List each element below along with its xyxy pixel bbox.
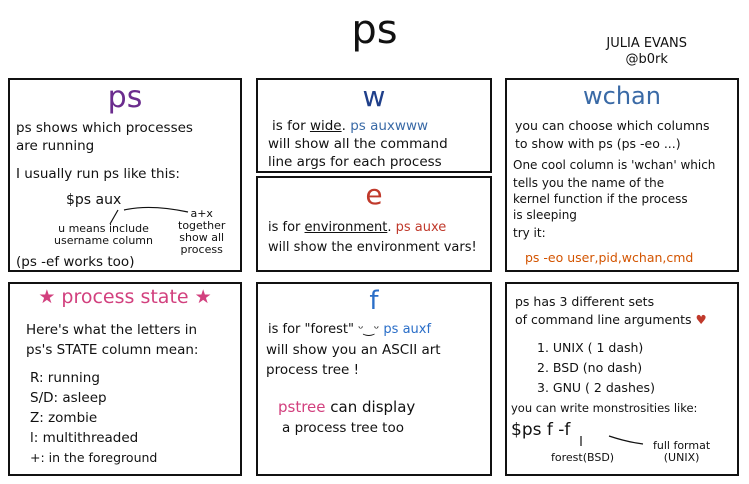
wchan-line-2: to show with ps (ps -eo ...) <box>515 136 681 151</box>
ps-line-1: ps shows which processes <box>16 120 193 136</box>
e-line-1: is for environment. ps auxe <box>268 220 446 236</box>
f-line-5: a process tree too <box>282 420 404 436</box>
author-name: JULIA EVANS <box>606 36 687 51</box>
w-line-1-post: . <box>341 118 346 134</box>
ps-note-ax: a+x together show all process <box>178 207 225 257</box>
smiley-icon: ᵕ‿ᵕ <box>358 322 380 337</box>
panel-ps-title: ps <box>107 80 143 115</box>
f-line-1-pre: is for "forest" <box>268 322 359 337</box>
f-line-2: will show you an ASCII art <box>266 342 441 358</box>
f-pstree-post: can display <box>330 398 416 416</box>
w-line-3: line args for each process <box>268 154 442 170</box>
state-list-item: l: multithreaded <box>30 430 139 446</box>
panel-state-title-row: ★ process state ★ <box>10 286 240 308</box>
args-line-1: ps has 3 different sets <box>515 294 655 309</box>
args-list-item: 2. BSD (no dash) <box>537 360 643 375</box>
e-line-1-cmd: ps auxe <box>395 220 447 235</box>
w-line-2: will show all the command <box>268 136 448 152</box>
wchan-line-3: One cool column is 'wchan' which <box>513 158 716 172</box>
w-line-1: is for wide. ps auxwww <box>272 118 428 134</box>
wchan-line-7: try it: <box>513 226 546 240</box>
panel-e: e is for environment. ps auxe will show … <box>256 176 492 272</box>
broken-heart-icon: ♥ <box>695 312 707 327</box>
panel-wchan: wchan you can choose which columns to sh… <box>505 78 739 272</box>
w-line-1-cmd: ps auxwww <box>350 118 429 134</box>
panel-w: w is for wide. ps auxwww will show all t… <box>256 78 492 173</box>
f-line-1: is for "forest" ᵕ‿ᵕ ps auxf <box>268 322 431 338</box>
star-icon: ★ <box>194 286 212 308</box>
ps-line-3: I usually run ps like this: <box>16 166 180 182</box>
state-list-item: +: in the foreground <box>30 450 158 465</box>
args-line-6: you can write monstrosities like: <box>511 401 698 415</box>
wchan-line-5: kernel function if the process <box>513 192 688 206</box>
wchan-line-1: you can choose which columns <box>515 118 710 133</box>
f-line-1-cmd: ps auxf <box>383 322 432 337</box>
panel-f: f is for "forest" ᵕ‿ᵕ ps auxf will show … <box>256 282 492 476</box>
e-line-2: will show the environment vars! <box>268 240 477 255</box>
author-handle: @b0rk <box>625 52 668 68</box>
panel-process-state: ★ process state ★ Here's what the letter… <box>8 282 242 476</box>
panel-state-title: process state <box>61 286 189 308</box>
w-line-1-word: wide <box>309 118 342 134</box>
f-pstree: pstree <box>278 398 326 416</box>
author-block: JULIA EVANS @b0rk <box>606 36 687 69</box>
args-line-2: of command line arguments ♥ <box>515 312 707 327</box>
e-line-1-post: . <box>387 220 392 235</box>
ps-note-ax-line-4: process <box>180 243 223 257</box>
panel-w-title: w <box>362 80 386 113</box>
ps-note-u: u means include username column <box>54 222 153 248</box>
args-label-forest: forest(BSD) <box>551 451 615 464</box>
ps-footer: (ps -ef works too) <box>16 254 135 270</box>
args-label-full-line-2: (UNIX) <box>663 451 700 465</box>
wchan-line-4: tells you the name of the <box>513 176 665 190</box>
args-label-full: full format (UNIX) <box>653 439 710 465</box>
state-list-item: R: running <box>30 370 100 386</box>
star-icon: ★ <box>38 286 56 308</box>
e-line-1-word: environment <box>304 220 388 235</box>
args-list-item: 1. UNIX ( 1 dash) <box>537 340 644 355</box>
state-line-1: Here's what the letters in <box>26 322 198 338</box>
state-list-item: Z: zombie <box>30 410 98 426</box>
ps-line-2: are running <box>16 138 95 154</box>
panel-f-title: f <box>369 286 379 316</box>
f-pstree-line: pstree can display <box>278 398 415 416</box>
args-list-item: 3. GNU ( 2 dashes) <box>537 380 655 395</box>
e-line-1-pre: is for <box>268 220 305 235</box>
panel-e-title: e <box>365 178 383 211</box>
f-line-3: process tree ! <box>266 362 360 378</box>
panel-ps: ps ps shows which processes are running … <box>8 78 242 272</box>
state-list-item: S/D: asleep <box>30 390 107 406</box>
args-line-2-text: of command line arguments <box>515 312 692 327</box>
wchan-command: ps -eo user,pid,wchan,cmd <box>525 250 694 265</box>
ps-note-u-line-2: username column <box>54 234 153 248</box>
w-line-1-pre: is for <box>272 118 310 134</box>
panel-wchan-title: wchan <box>583 82 661 110</box>
panel-args: ps has 3 different sets of command line … <box>505 282 739 476</box>
wchan-line-6: is sleeping <box>513 208 577 222</box>
state-line-2: ps's STATE column mean: <box>26 342 199 358</box>
